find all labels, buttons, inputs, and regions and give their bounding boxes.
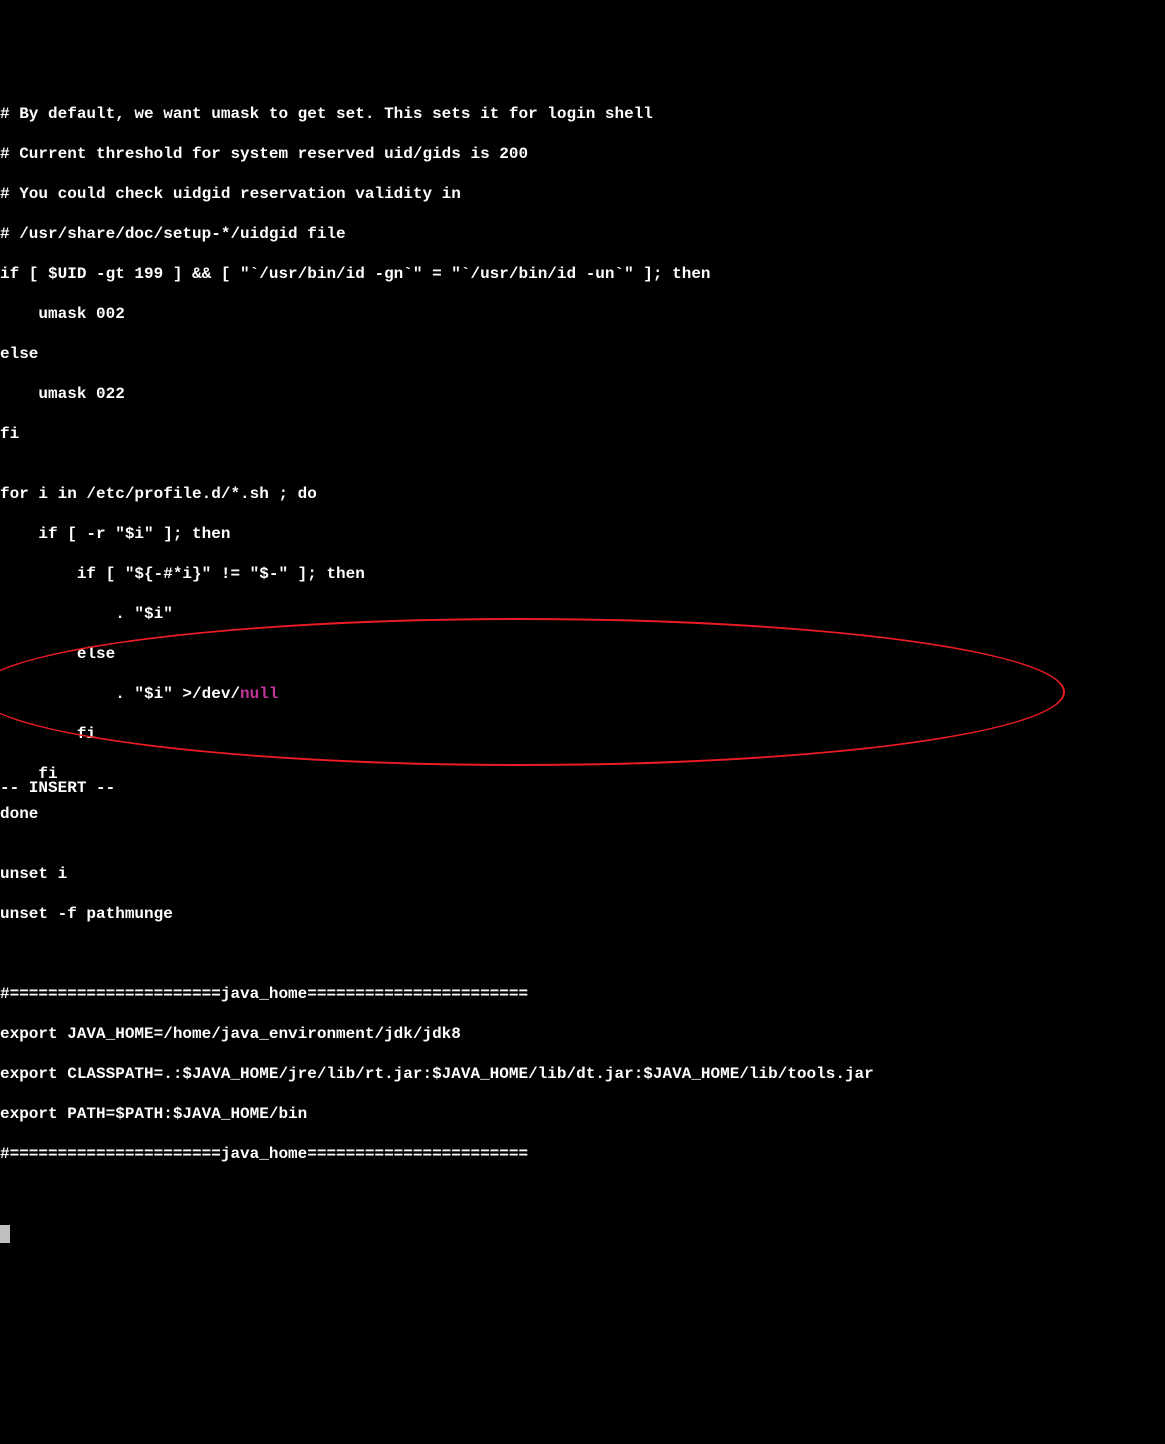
code-line: if [ -r "$i" ]; then [0, 524, 1165, 544]
code-line: unset -f pathmunge [0, 904, 1165, 924]
terminal-editor[interactable]: # By default, we want umask to get set. … [0, 80, 1165, 1264]
code-line: umask 002 [0, 304, 1165, 324]
code-line-java-home: export JAVA_HOME=/home/java_environment/… [0, 1024, 1165, 1044]
code-line: if [ "${-#*i}" != "$-" ]; then [0, 564, 1165, 584]
code-line: done [0, 804, 1165, 824]
code-line: if [ $UID -gt 199 ] && [ "`/usr/bin/id -… [0, 264, 1165, 284]
code-line: # By default, we want umask to get set. … [0, 104, 1165, 124]
code-line: umask 022 [0, 384, 1165, 404]
code-line: . "$i" [0, 604, 1165, 624]
code-line-java-section: #======================java_home========… [0, 984, 1165, 1004]
code-line: else [0, 644, 1165, 664]
code-line: . "$i" >/dev/null [0, 684, 1165, 704]
cursor [0, 1225, 10, 1243]
code-line: fi [0, 764, 1165, 784]
vim-mode-indicator: -- INSERT -- [0, 778, 115, 798]
cursor-line [0, 1224, 1165, 1244]
code-line-classpath: export CLASSPATH=.:$JAVA_HOME/jre/lib/rt… [0, 1064, 1165, 1084]
code-line: # /usr/share/doc/setup-*/uidgid file [0, 224, 1165, 244]
code-line: for i in /etc/profile.d/*.sh ; do [0, 484, 1165, 504]
code-line: fi [0, 724, 1165, 744]
code-line: unset i [0, 864, 1165, 884]
code-line-java-section-end: #======================java_home========… [0, 1144, 1165, 1164]
code-line: else [0, 344, 1165, 364]
code-line: # Current threshold for system reserved … [0, 144, 1165, 164]
code-line: fi [0, 424, 1165, 444]
empty-line [0, 1184, 1165, 1204]
null-keyword: null [240, 685, 278, 703]
code-line-path: export PATH=$PATH:$JAVA_HOME/bin [0, 1104, 1165, 1124]
code-line: # You could check uidgid reservation val… [0, 184, 1165, 204]
